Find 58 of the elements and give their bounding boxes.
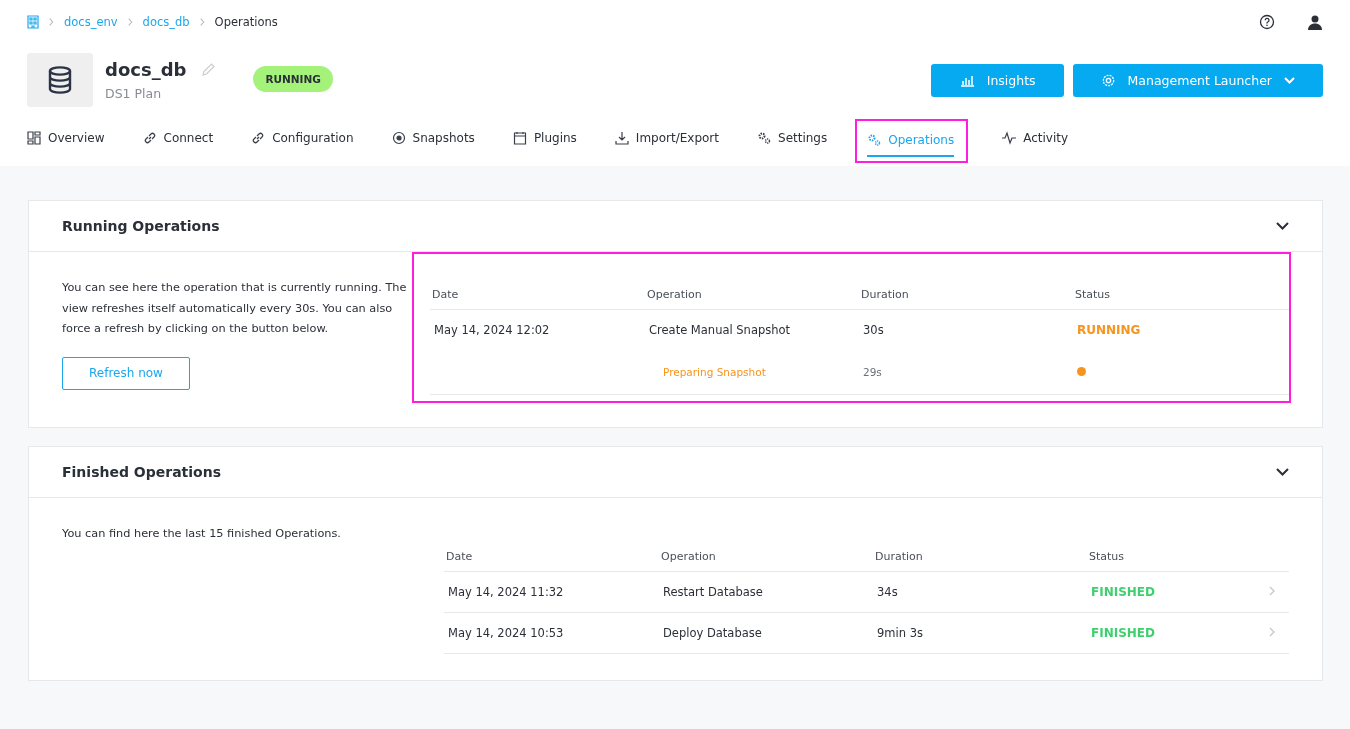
tab[interactable]: Snapshots (391, 127, 475, 155)
column-header: Date (431, 288, 460, 301)
table-cell-text: 34s (876, 585, 899, 599)
tab[interactable]: Configuration (251, 127, 354, 155)
database-name: docs_db (105, 59, 187, 80)
status-label: FINISHED (1091, 585, 1155, 599)
table-cell-text: May 14, 2024 11:32 (447, 585, 565, 599)
database-icon (27, 53, 93, 107)
column-header: Status (1074, 288, 1112, 301)
chevron-right-icon (199, 18, 205, 26)
table-cell-text: 29s (862, 366, 883, 378)
plan-label: DS1 Plan (105, 86, 163, 101)
status-badge: RUNNING (253, 66, 333, 92)
table-cell-text: Create Manual Snapshot (648, 323, 792, 337)
table-cell-text: May 14, 2024 12:02 (433, 323, 551, 337)
status-label: FINISHED (1091, 626, 1155, 640)
column-header: Operation (646, 288, 703, 301)
step-label: Preparing Snapshot (662, 366, 766, 378)
grid-icon (27, 131, 41, 145)
table-cell-text: 9min 3s (876, 626, 924, 640)
section-title: Running Operations (62, 218, 220, 234)
table-cell-text: 30s (862, 323, 885, 337)
tab[interactable]: Activity (1002, 127, 1069, 155)
section-title: Finished Operations (62, 464, 221, 480)
status-label: RUNNING (1077, 323, 1141, 337)
settings-icon (1100, 72, 1116, 88)
tab[interactable]: Import/Export (614, 127, 719, 155)
chevron-icon[interactable] (1276, 468, 1289, 476)
column-header: Date (445, 550, 474, 563)
gears-icon (757, 131, 771, 145)
help-icon[interactable] (1259, 14, 1275, 30)
tab[interactable]: Overview (27, 127, 105, 155)
gears-icon (867, 133, 882, 147)
description-text: You can see here the operation that is currently running. The view refreshes itself automatically every 30s. You can also force a refresh by clicking on the button below. (62, 280, 408, 337)
user-icon[interactable] (1307, 14, 1323, 30)
link-icon (142, 131, 157, 145)
caret-icon (1284, 76, 1295, 84)
bar-chart-icon (959, 73, 975, 87)
description-text: You can find here the last 15 finished Operations. (62, 526, 342, 542)
table-cell-text: Restart Database (662, 585, 764, 599)
calendar-icon (512, 131, 527, 145)
table-cell-text: May 14, 2024 10:53 (447, 626, 565, 640)
chevron-icon[interactable] (1276, 222, 1289, 230)
chevron-right-icon (49, 18, 54, 26)
download-icon (614, 131, 629, 145)
chevron-right-icon (127, 18, 133, 26)
column-header: Status (1088, 550, 1126, 563)
tab[interactable]: Settings (757, 127, 828, 155)
target-icon (391, 131, 406, 145)
link-icon (251, 131, 266, 145)
table-cell-text: Deploy Database (662, 626, 763, 640)
column-header: Duration (874, 550, 924, 563)
tab[interactable]: Plugins (512, 127, 577, 155)
tab[interactable]: Connect (142, 127, 214, 155)
column-header: Duration (860, 288, 910, 301)
breadcrumb-current: Operations (214, 15, 278, 29)
column-header: Operation (660, 550, 717, 563)
pulse-icon (1002, 131, 1017, 145)
